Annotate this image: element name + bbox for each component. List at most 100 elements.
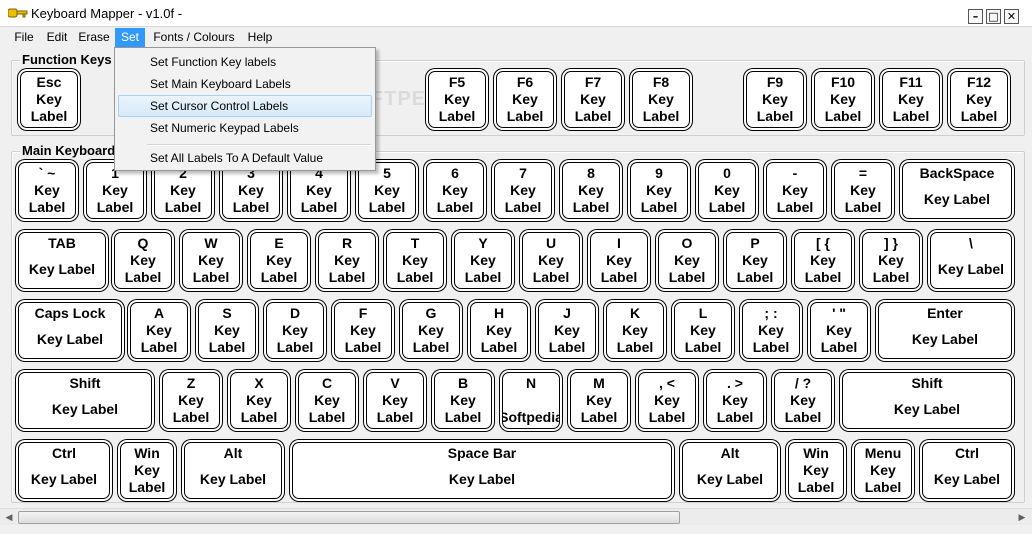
key-space-bar[interactable]: Space Bar Key Label: [292, 442, 672, 499]
menu-set-all-labels-default[interactable]: Set All Labels To A Default Value: [118, 147, 372, 169]
key-a[interactable]: A Key Label: [130, 302, 188, 359]
menu-file[interactable]: File: [8, 28, 40, 47]
key-f[interactable]: F Key Label: [334, 302, 392, 359]
key-label-line2: Label: [232, 199, 270, 215]
menu-set[interactable]: Set: [115, 28, 145, 47]
key-0[interactable]: 0 Key Label: [698, 162, 756, 219]
key-label: Key Label: [448, 471, 516, 487]
menu-set-numeric-keypad-labels[interactable]: Set Numeric Keypad Labels: [118, 117, 372, 139]
key-shift[interactable]: Shift Key Label: [18, 372, 152, 429]
key-ctrl-right[interactable]: Ctrl Key Label: [922, 442, 1012, 499]
key-sym[interactable]: ; : Key Label: [742, 302, 800, 359]
key-enter[interactable]: Enter Key Label: [878, 302, 1012, 359]
key-sym[interactable]: = Key Label: [834, 162, 892, 219]
key-t[interactable]: T Key Label: [386, 232, 444, 289]
menu-help[interactable]: Help: [244, 28, 276, 47]
key-caps-lock[interactable]: Caps Lock Key Label: [18, 302, 122, 359]
key-name: Ctrl: [954, 445, 980, 461]
key-sym[interactable]: - Key Label: [766, 162, 824, 219]
title-bar[interactable]: Keyboard Mapper - v1.0f - – □ ✕: [0, 0, 1032, 27]
key-h[interactable]: H Key Label: [470, 302, 528, 359]
key-win-right[interactable]: Win Key Label: [788, 442, 844, 499]
key-8[interactable]: 8 Key Label: [562, 162, 620, 219]
key-m[interactable]: M Key Label: [570, 372, 628, 429]
key-p[interactable]: P Key Label: [726, 232, 784, 289]
key-d[interactable]: D Key Label: [266, 302, 324, 359]
key-7[interactable]: 7 Key Label: [494, 162, 552, 219]
close-button[interactable]: ✕: [1004, 9, 1019, 24]
key-label: Key Label: [911, 331, 979, 347]
key-u[interactable]: U Key Label: [522, 232, 580, 289]
scrollbar-thumb[interactable]: [18, 511, 680, 524]
key-9[interactable]: 9 Key Label: [630, 162, 688, 219]
key-sym[interactable]: [ {Key Label: [794, 232, 852, 289]
key-backspace[interactable]: BackSpace Key Label: [902, 162, 1012, 219]
key-label-line2: Label: [172, 409, 210, 425]
menu-set-main-keyboard-labels[interactable]: Set Main Keyboard Labels: [118, 73, 372, 95]
key-v[interactable]: V Key Label: [366, 372, 424, 429]
key-name: BackSpace: [919, 165, 995, 181]
key-alt[interactable]: Alt Key Label: [184, 442, 282, 499]
key-c[interactable]: C Key Label: [298, 372, 356, 429]
key-b[interactable]: B Key Label: [434, 372, 492, 429]
key-f5[interactable]: F5 Key Label: [428, 71, 486, 128]
horizontal-scrollbar[interactable]: ◀ ▶: [0, 508, 1032, 525]
key-sym[interactable]: . > Key Label: [706, 372, 764, 429]
key-f9[interactable]: F9 Key Label: [746, 71, 804, 128]
scroll-right-arrow-icon[interactable]: ▶: [1014, 510, 1030, 525]
key-e[interactable]: E Key Label: [250, 232, 308, 289]
key-sym[interactable]: , < Key Label: [638, 372, 696, 429]
key-alt-right[interactable]: Alt Key Label: [682, 442, 778, 499]
key-sym[interactable]: \ Key Label: [930, 232, 1012, 289]
key-j[interactable]: J Key Label: [538, 302, 596, 359]
key-esc[interactable]: Esc Key Label: [20, 71, 78, 128]
key-6[interactable]: 6 Key Label: [426, 162, 484, 219]
key-g[interactable]: G Key Label: [402, 302, 460, 359]
key-l[interactable]: L Key Label: [674, 302, 732, 359]
key-label-line1: Key: [850, 182, 876, 198]
key-sym[interactable]: ] } Key Label: [862, 232, 920, 289]
key-f6[interactable]: F6 Key Label: [496, 71, 554, 128]
key-label-line1: Key: [554, 322, 580, 338]
key-sym[interactable]: ' " Key Label: [810, 302, 868, 359]
menu-set-function-key-labels[interactable]: Set Function Key labels: [118, 51, 372, 73]
key-o[interactable]: O Key Label: [658, 232, 716, 289]
key-f11[interactable]: F11 Key Label: [882, 71, 940, 128]
maximize-button[interactable]: □: [986, 9, 1001, 24]
key-i[interactable]: I Key Label: [590, 232, 648, 289]
key-f8[interactable]: F8 Key Label: [632, 71, 690, 128]
key-f10[interactable]: F10 Key Label: [814, 71, 872, 128]
menu-erase[interactable]: Erase: [76, 28, 112, 47]
key-r[interactable]: R Key Label: [318, 232, 376, 289]
key-label-line1: Key: [966, 91, 992, 107]
key-tab[interactable]: TAB Key Label: [18, 232, 106, 289]
scroll-left-arrow-icon[interactable]: ◀: [1, 510, 17, 525]
key-label-line2: Label: [480, 339, 518, 355]
key-name: Alt: [223, 445, 243, 461]
menu-set-cursor-control-labels[interactable]: Set Cursor Control Labels: [118, 95, 372, 117]
key-menu-right[interactable]: Menu Key Label: [854, 442, 912, 499]
key-label-line1: Key: [170, 182, 196, 198]
menu-edit[interactable]: Edit: [42, 28, 72, 47]
key-name: ; :: [764, 305, 778, 321]
menu-fonts-colours[interactable]: Fonts / Colours: [148, 28, 240, 47]
key-sym[interactable]: / ? Key Label: [774, 372, 832, 429]
key-name: -: [792, 165, 798, 181]
key-label-line2: Label: [708, 199, 746, 215]
key-ctrl[interactable]: Ctrl Key Label: [18, 442, 110, 499]
key-win[interactable]: Win Key Label: [120, 442, 174, 499]
key-sym[interactable]: ` ~ Key Label: [18, 162, 76, 219]
key-shift-right[interactable]: Shift Key Label: [842, 372, 1012, 429]
key-f7[interactable]: F7 Key Label: [564, 71, 622, 128]
key-w[interactable]: W Key Label: [182, 232, 240, 289]
key-y[interactable]: Y Key Label: [454, 232, 512, 289]
key-k[interactable]: K Key Label: [606, 302, 664, 359]
minimize-button[interactable]: –: [968, 9, 983, 24]
key-z[interactable]: Z Key Label: [162, 372, 220, 429]
key-x[interactable]: X Key Label: [230, 372, 288, 429]
key-f12[interactable]: F12 Key Label: [950, 71, 1008, 128]
key-q[interactable]: Q Key Label: [114, 232, 172, 289]
key-n[interactable]: N Softpedia: [502, 372, 560, 429]
key-s[interactable]: S Key Label: [198, 302, 256, 359]
key-label-line1: Key: [334, 252, 360, 268]
